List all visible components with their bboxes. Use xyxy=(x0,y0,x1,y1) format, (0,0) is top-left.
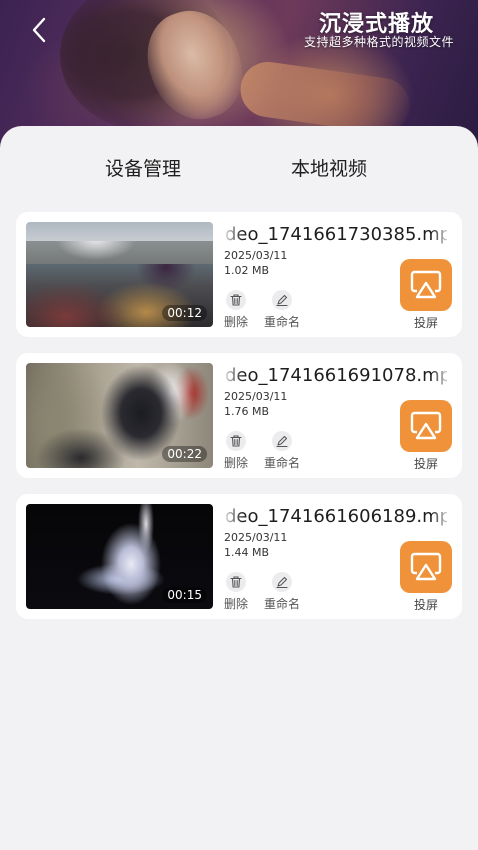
cast-label: 投屏 xyxy=(413,316,438,330)
cast-button[interactable]: 投屏 xyxy=(400,400,452,472)
tab-local-videos[interactable]: 本地视频 xyxy=(291,154,367,181)
cast-button[interactable]: 投屏 xyxy=(400,541,452,613)
rename-button[interactable]: 重命名 xyxy=(262,290,302,330)
video-duration: 00:22 xyxy=(162,446,207,462)
pencil-icon xyxy=(272,572,292,592)
back-button[interactable] xyxy=(26,16,52,44)
delete-button[interactable]: 删除 xyxy=(216,290,256,330)
video-card[interactable]: 00:12 deo_1741661730385.mp4 2025/03/11 1… xyxy=(16,212,462,337)
video-thumbnail[interactable]: 00:22 xyxy=(26,363,213,468)
chevron-left-icon xyxy=(32,17,46,43)
video-duration: 00:12 xyxy=(162,305,207,321)
banner-image-arm xyxy=(236,58,414,137)
pencil-icon xyxy=(272,290,292,310)
delete-button[interactable]: 删除 xyxy=(216,431,256,471)
video-filename: deo_1741661606189.mp4 xyxy=(225,506,447,527)
banner-subtitle: 支持超多种格式的视频文件 xyxy=(303,35,454,49)
cast-label: 投屏 xyxy=(413,457,438,471)
rename-label: 重命名 xyxy=(263,315,300,329)
trash-icon xyxy=(226,290,246,310)
video-size: 1.44 MB xyxy=(224,546,270,559)
tab-device-management[interactable]: 设备管理 xyxy=(105,154,181,181)
delete-label: 删除 xyxy=(223,315,248,329)
video-date: 2025/03/11 xyxy=(224,249,288,262)
video-size: 1.76 MB xyxy=(224,405,270,418)
airplay-cast-icon xyxy=(410,411,442,440)
video-thumbnail[interactable]: 00:15 xyxy=(26,504,213,609)
rename-label: 重命名 xyxy=(263,456,300,470)
video-date: 2025/03/11 xyxy=(224,531,288,544)
trash-icon xyxy=(226,572,246,592)
delete-label: 删除 xyxy=(223,456,248,470)
cast-label: 投屏 xyxy=(413,598,438,612)
rename-button[interactable]: 重命名 xyxy=(262,431,302,471)
video-duration: 00:15 xyxy=(162,587,207,603)
airplay-cast-icon xyxy=(410,552,442,581)
rename-button[interactable]: 重命名 xyxy=(262,572,302,612)
video-size: 1.02 MB xyxy=(224,264,270,277)
airplay-cast-icon xyxy=(410,270,442,299)
video-date: 2025/03/11 xyxy=(224,390,288,403)
video-filename: deo_1741661691078.mp4 xyxy=(225,365,447,386)
video-thumbnail[interactable]: 00:12 xyxy=(26,222,213,327)
tab-bar: 设备管理 本地视频 xyxy=(0,154,478,184)
trash-icon xyxy=(226,431,246,451)
pencil-icon xyxy=(272,431,292,451)
video-filename: deo_1741661730385.mp4 xyxy=(225,224,447,245)
rename-label: 重命名 xyxy=(263,597,300,611)
video-card[interactable]: 00:22 deo_1741661691078.mp4 2025/03/11 1… xyxy=(16,353,462,478)
delete-label: 删除 xyxy=(223,597,248,611)
delete-button[interactable]: 删除 xyxy=(216,572,256,612)
video-card[interactable]: 00:15 deo_1741661606189.mp4 2025/03/11 1… xyxy=(16,494,462,619)
cast-button[interactable]: 投屏 xyxy=(400,259,452,331)
